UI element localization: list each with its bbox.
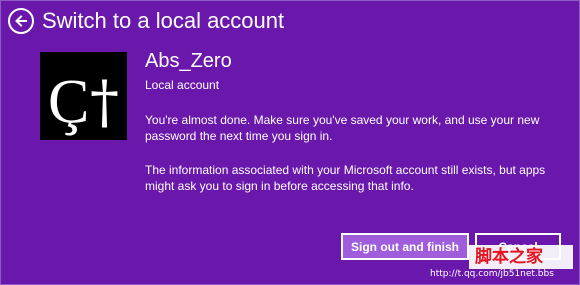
avatar: Ç † [40,52,127,140]
svg-text:Ç: Ç [48,68,89,136]
svg-text:†: † [90,68,119,136]
watermark-url: http://t.qq.com/jb51net.bbs [430,269,554,279]
watermark-site-name: 脚本之家 [475,247,543,267]
info-message-microsoft-account: The information associated with your Mic… [145,163,546,193]
info-message-save-work: You're almost done. Make sure you've sav… [145,113,540,143]
account-type-label: Local account [145,78,220,92]
page-title: Switch to a local account [42,8,285,33]
back-button[interactable] [8,8,34,34]
username: Abs_Zero [145,50,232,72]
sign-out-and-finish-button[interactable]: Sign out and finish [341,233,469,260]
back-arrow-icon [15,15,27,27]
